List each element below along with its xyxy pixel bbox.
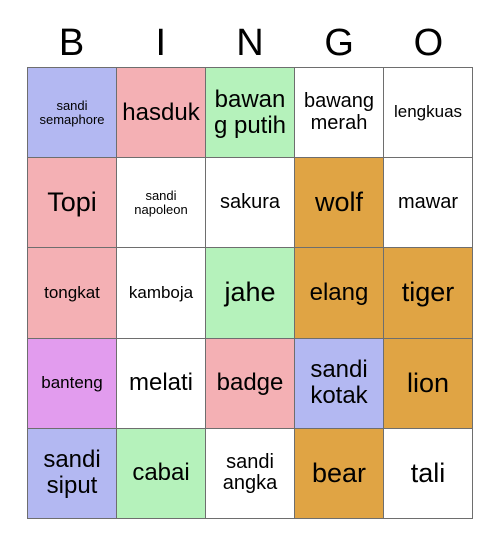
bingo-cell[interactable]: sandi semaphore xyxy=(28,68,116,158)
bingo-cell[interactable]: hasduk xyxy=(117,68,205,158)
bingo-cell[interactable]: lengkuas xyxy=(384,68,472,158)
bingo-cell[interactable]: kamboja xyxy=(117,248,205,338)
bingo-header: B I N G O xyxy=(27,18,473,67)
bingo-cell[interactable]: melati xyxy=(117,338,205,428)
bingo-cell[interactable]: sandi napoleon xyxy=(117,158,205,248)
header-letter-n: N xyxy=(236,21,264,64)
bingo-cell[interactable]: lion xyxy=(384,338,472,428)
header-letter-g: G xyxy=(324,21,354,64)
bingo-cell[interactable]: bawang merah xyxy=(295,68,383,158)
bingo-cell[interactable]: Topi xyxy=(28,158,116,248)
bingo-cell[interactable]: sakura xyxy=(206,158,294,248)
bingo-cell[interactable]: elang xyxy=(295,248,383,338)
bingo-cell-label: banteng xyxy=(41,373,103,393)
bingo-cell[interactable]: sandi angka xyxy=(206,428,294,518)
bingo-cell-label: sandi semaphore xyxy=(39,97,105,127)
bingo-cell[interactable]: sandi kotak xyxy=(295,338,383,428)
bingo-cell[interactable]: sandi siput xyxy=(28,428,116,518)
bingo-cell-label: tiger xyxy=(401,277,455,308)
bingo-cell-label: Topi xyxy=(47,187,97,218)
header-letter-b: B xyxy=(58,21,85,64)
bingo-cell[interactable]: banteng xyxy=(28,338,116,428)
bingo-cell-label: elang xyxy=(309,279,369,307)
header-letter-o: O xyxy=(413,21,444,64)
bingo-cell-label: mawar xyxy=(397,190,458,213)
bingo-cell-label: jahe xyxy=(224,277,276,308)
bingo-cell-label: sandi napoleon xyxy=(134,187,188,217)
bingo-cell-label: sandi kotak xyxy=(310,356,368,410)
bingo-cell-label: kamboja xyxy=(128,282,194,302)
bingo-cell[interactable]: tali xyxy=(384,428,472,518)
bingo-cell-label: sakura xyxy=(219,190,281,213)
bingo-cell-label: melati xyxy=(128,369,194,397)
bingo-cell-label: bawang putih xyxy=(213,85,287,139)
bingo-cell[interactable]: tiger xyxy=(384,248,472,338)
bingo-grid: sandi semaphore hasduk bawang putih bawang … xyxy=(27,67,473,519)
bingo-cell[interactable]: bawang putih xyxy=(206,68,294,158)
bingo-cell-label: wolf xyxy=(314,187,363,218)
bingo-card: B I N G O sandi semaphore hasduk bawang pu… xyxy=(0,0,500,544)
bingo-cell[interactable]: tongkat xyxy=(28,248,116,338)
bingo-cell[interactable]: jahe xyxy=(206,248,294,338)
bingo-cell-label: bear xyxy=(311,457,367,488)
bingo-cell-label: cabai xyxy=(132,459,190,487)
bingo-cell[interactable]: badge xyxy=(206,338,294,428)
bingo-cell[interactable]: cabai xyxy=(117,428,205,518)
bingo-cell-label: badge xyxy=(216,369,284,397)
bingo-cell[interactable]: wolf xyxy=(295,158,383,248)
bingo-cell-label: lion xyxy=(406,367,450,398)
bingo-cell-label: tongkat xyxy=(44,282,100,302)
bingo-cell-label: sandi angka xyxy=(222,450,278,495)
bingo-cell[interactable]: bear xyxy=(295,428,383,518)
header-letter-i: I xyxy=(155,21,167,64)
bingo-cell-label: tali xyxy=(410,457,446,488)
bingo-cell[interactable]: mawar xyxy=(384,158,472,248)
bingo-cell-label: sandi siput xyxy=(43,446,101,500)
bingo-cell-label: bawang merah xyxy=(303,90,375,134)
bingo-cell-label: hasduk xyxy=(122,98,200,126)
bingo-cell-label: lengkuas xyxy=(393,102,463,122)
